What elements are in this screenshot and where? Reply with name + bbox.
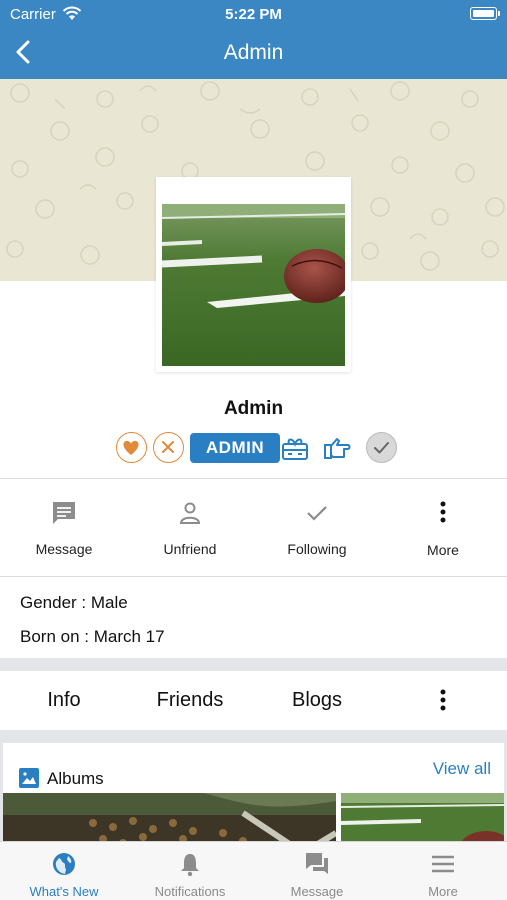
gender-text: Gender : Male xyxy=(20,593,128,612)
gift-icon[interactable] xyxy=(280,433,310,463)
message-icon xyxy=(53,502,75,524)
view-all-link[interactable]: View all xyxy=(433,759,491,779)
badge-row: ADMIN xyxy=(0,432,507,464)
albums-title: Albums xyxy=(47,769,104,788)
profile-actions: Message Unfriend Following More xyxy=(0,479,507,576)
close-icon xyxy=(162,441,174,453)
verified-badge xyxy=(366,432,397,463)
person-icon xyxy=(179,502,201,524)
top-bar: Carrier 5:22 PM Admin xyxy=(0,0,507,79)
tabbar-message[interactable]: Message xyxy=(254,842,380,900)
page-title: Admin xyxy=(223,41,284,64)
clock: 5:22 PM xyxy=(225,6,282,23)
profile-photo-frame[interactable] xyxy=(156,177,351,372)
image-icon xyxy=(19,768,39,788)
tab-friends[interactable]: Friends xyxy=(140,671,240,730)
unfriend-action[interactable]: Unfriend xyxy=(127,479,253,576)
following-action[interactable]: Following xyxy=(254,479,380,576)
admin-role-badge: ADMIN xyxy=(190,433,280,463)
tab-blogs[interactable]: Blogs xyxy=(272,671,362,730)
following-label: Following xyxy=(287,541,347,557)
section-separator xyxy=(0,658,507,671)
tabbar-label: What's New xyxy=(29,884,99,899)
pointing-hand-icon[interactable] xyxy=(322,433,352,463)
profile-photo xyxy=(162,204,345,366)
tabbar-label: Notifications xyxy=(154,884,226,899)
globe-icon xyxy=(53,853,75,875)
message-label: Message xyxy=(35,541,93,557)
about-section: Gender : Male Born on : March 17 xyxy=(0,577,507,658)
more-label: More xyxy=(427,542,459,558)
tabbar-whats-new[interactable]: What's New xyxy=(1,842,127,900)
status-bar: Carrier 5:22 PM xyxy=(0,0,507,28)
battery-icon xyxy=(470,7,500,20)
tabbar-label: More xyxy=(428,884,458,899)
section-separator xyxy=(0,730,507,743)
like-button[interactable] xyxy=(116,432,147,463)
more-action[interactable]: More xyxy=(380,479,506,576)
tabs-more-icon[interactable] xyxy=(429,687,457,715)
tabbar-more[interactable]: More xyxy=(380,842,506,900)
checkmark-icon xyxy=(374,442,389,454)
tabbar-label: Message xyxy=(290,884,344,899)
birthday-text: Born on : March 17 xyxy=(20,627,165,646)
heart-icon xyxy=(123,440,139,455)
unfriend-label: Unfriend xyxy=(163,541,217,557)
profile-tabs: Info Friends Blogs xyxy=(0,671,507,730)
more-vertical-icon xyxy=(440,501,446,523)
message-action[interactable]: Message xyxy=(1,479,127,576)
check-icon xyxy=(307,506,327,521)
menu-icon xyxy=(432,855,454,873)
bell-icon xyxy=(181,854,199,877)
tab-info[interactable]: Info xyxy=(24,671,104,730)
nav-bar: Admin xyxy=(0,28,507,79)
block-button[interactable] xyxy=(153,432,184,463)
tabbar-notifications[interactable]: Notifications xyxy=(127,842,253,900)
chat-icon xyxy=(306,853,328,874)
profile-name: Admin xyxy=(223,398,284,419)
bottom-tab-bar: What's New Notifications Message More xyxy=(0,841,507,900)
